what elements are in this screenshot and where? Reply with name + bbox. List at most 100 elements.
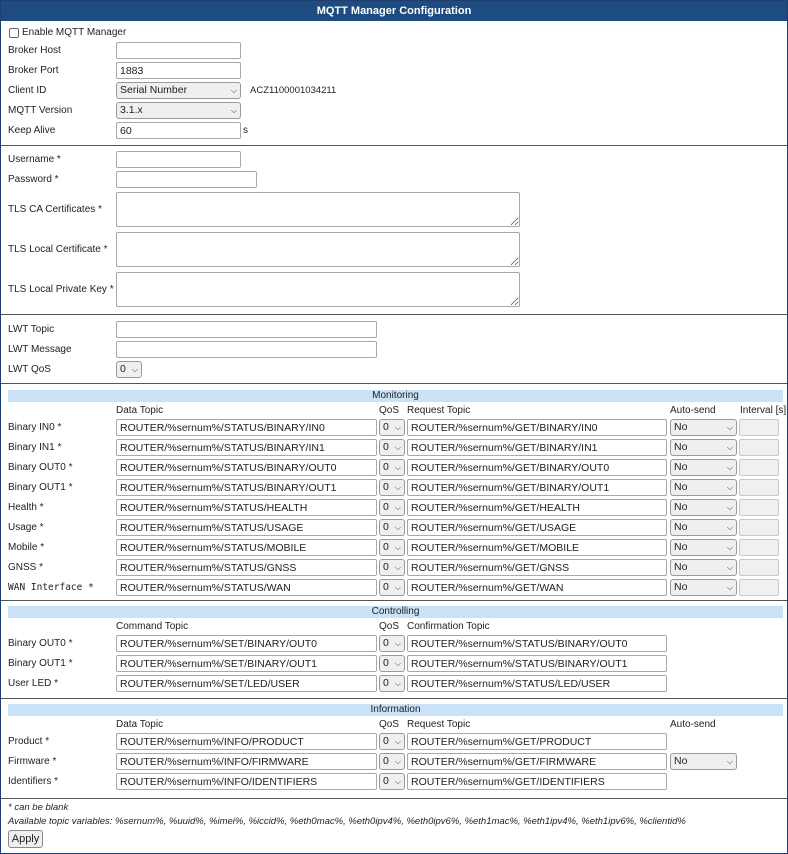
- client-id-select[interactable]: Serial Number ⌵: [116, 82, 241, 99]
- chevron-down-icon: ⌵: [394, 423, 401, 432]
- request-topic-input[interactable]: [407, 539, 667, 556]
- interval-input[interactable]: [739, 439, 779, 456]
- data-topic-input[interactable]: [116, 773, 377, 790]
- qos-select[interactable]: 0 ⌵: [379, 459, 405, 476]
- col-request-topic: Request Topic: [407, 719, 471, 730]
- auto-send-select[interactable]: No ⌵: [670, 419, 737, 436]
- col-auto-send: Auto-send: [670, 719, 716, 730]
- password-input[interactable]: [116, 171, 257, 188]
- auto-send-select[interactable]: No ⌵: [670, 539, 737, 556]
- qos-select[interactable]: 0 ⌵: [379, 773, 405, 790]
- qos-select-value: 0: [383, 541, 389, 553]
- keep-alive-input[interactable]: [116, 122, 241, 139]
- chevron-down-icon: ⌵: [394, 777, 401, 786]
- qos-select[interactable]: 0 ⌵: [379, 579, 405, 596]
- qos-select[interactable]: 0 ⌵: [379, 655, 405, 672]
- qos-select-value: 0: [383, 521, 389, 533]
- qos-select[interactable]: 0 ⌵: [379, 753, 405, 770]
- auto-send-select[interactable]: No ⌵: [670, 479, 737, 496]
- qos-select[interactable]: 0 ⌵: [379, 675, 405, 692]
- data-topic-input[interactable]: [116, 539, 377, 556]
- chevron-down-icon: ⌵: [230, 106, 237, 115]
- lwt-qos-value: 0: [120, 363, 126, 375]
- lwt-message-input[interactable]: [116, 341, 377, 358]
- username-input[interactable]: [116, 151, 241, 168]
- qos-select-value: 0: [383, 755, 389, 767]
- lwt-topic-input[interactable]: [116, 321, 377, 338]
- chevron-down-icon: ⌵: [230, 86, 237, 95]
- apply-button[interactable]: Apply: [8, 830, 43, 848]
- interval-input[interactable]: [739, 579, 779, 596]
- data-topic-input[interactable]: [116, 733, 377, 750]
- interval-input[interactable]: [739, 419, 779, 436]
- chevron-down-icon: ⌵: [726, 543, 733, 552]
- auto-send-select[interactable]: No ⌵: [670, 499, 737, 516]
- chevron-down-icon: ⌵: [394, 543, 401, 552]
- request-topic-input[interactable]: [407, 519, 667, 536]
- confirmation-topic-input[interactable]: [407, 655, 667, 672]
- qos-select[interactable]: 0 ⌵: [379, 733, 405, 750]
- data-topic-input[interactable]: [116, 579, 377, 596]
- lwt-qos-select[interactable]: 0 ⌵: [116, 361, 142, 378]
- request-topic-input[interactable]: [407, 733, 667, 750]
- request-topic-input[interactable]: [407, 753, 667, 770]
- blank-note: * can be blank: [8, 802, 69, 813]
- data-topic-input[interactable]: [116, 419, 377, 436]
- auto-send-select[interactable]: No ⌵: [670, 559, 737, 576]
- data-topic-input[interactable]: [116, 559, 377, 576]
- request-topic-input[interactable]: [407, 419, 667, 436]
- monitoring-row-label: Binary OUT1 *: [8, 482, 73, 493]
- request-topic-input[interactable]: [407, 439, 667, 456]
- mqtt-version-select[interactable]: 3.1.x ⌵: [116, 102, 241, 119]
- data-topic-input[interactable]: [116, 439, 377, 456]
- command-topic-input[interactable]: [116, 655, 377, 672]
- enable-mqtt-checkbox[interactable]: [9, 28, 19, 38]
- username-label: Username *: [8, 154, 61, 165]
- tls-ca-textarea[interactable]: [116, 192, 520, 227]
- qos-select[interactable]: 0 ⌵: [379, 499, 405, 516]
- information-row-label: Firmware *: [8, 756, 57, 767]
- interval-input[interactable]: [739, 539, 779, 556]
- interval-input[interactable]: [739, 559, 779, 576]
- col-auto-send: Auto-send: [670, 405, 716, 416]
- qos-select[interactable]: 0 ⌵: [379, 539, 405, 556]
- confirmation-topic-input[interactable]: [407, 675, 667, 692]
- qos-select[interactable]: 0 ⌵: [379, 439, 405, 456]
- tls-cert-textarea[interactable]: [116, 232, 520, 267]
- request-topic-input[interactable]: [407, 499, 667, 516]
- broker-host-input[interactable]: [116, 42, 241, 59]
- command-topic-input[interactable]: [116, 635, 377, 652]
- broker-port-input[interactable]: [116, 62, 241, 79]
- col-data-topic: Data Topic: [116, 719, 164, 730]
- interval-input[interactable]: [739, 519, 779, 536]
- interval-input[interactable]: [739, 459, 779, 476]
- auto-send-select[interactable]: No ⌵: [670, 579, 737, 596]
- qos-select[interactable]: 0 ⌵: [379, 559, 405, 576]
- data-topic-input[interactable]: [116, 459, 377, 476]
- request-topic-input[interactable]: [407, 559, 667, 576]
- qos-select[interactable]: 0 ⌵: [379, 479, 405, 496]
- request-topic-input[interactable]: [407, 459, 667, 476]
- data-topic-input[interactable]: [116, 499, 377, 516]
- auto-send-select[interactable]: No ⌵: [670, 459, 737, 476]
- qos-select[interactable]: 0 ⌵: [379, 519, 405, 536]
- request-topic-input[interactable]: [407, 773, 667, 790]
- col-interval: Interval [s]: [740, 405, 787, 416]
- qos-select[interactable]: 0 ⌵: [379, 419, 405, 436]
- keep-alive-unit: s: [243, 125, 248, 136]
- data-topic-input[interactable]: [116, 479, 377, 496]
- data-topic-input[interactable]: [116, 519, 377, 536]
- auto-send-select[interactable]: No ⌵: [670, 519, 737, 536]
- confirmation-topic-input[interactable]: [407, 635, 667, 652]
- request-topic-input[interactable]: [407, 479, 667, 496]
- request-topic-input[interactable]: [407, 579, 667, 596]
- auto-send-select[interactable]: No ⌵: [670, 753, 737, 770]
- interval-input[interactable]: [739, 479, 779, 496]
- command-topic-input[interactable]: [116, 675, 377, 692]
- tls-key-textarea[interactable]: [116, 272, 520, 307]
- qos-select[interactable]: 0 ⌵: [379, 635, 405, 652]
- data-topic-input[interactable]: [116, 753, 377, 770]
- auto-send-select[interactable]: No ⌵: [670, 439, 737, 456]
- interval-input[interactable]: [739, 499, 779, 516]
- controlling-row-label: User LED *: [8, 678, 59, 689]
